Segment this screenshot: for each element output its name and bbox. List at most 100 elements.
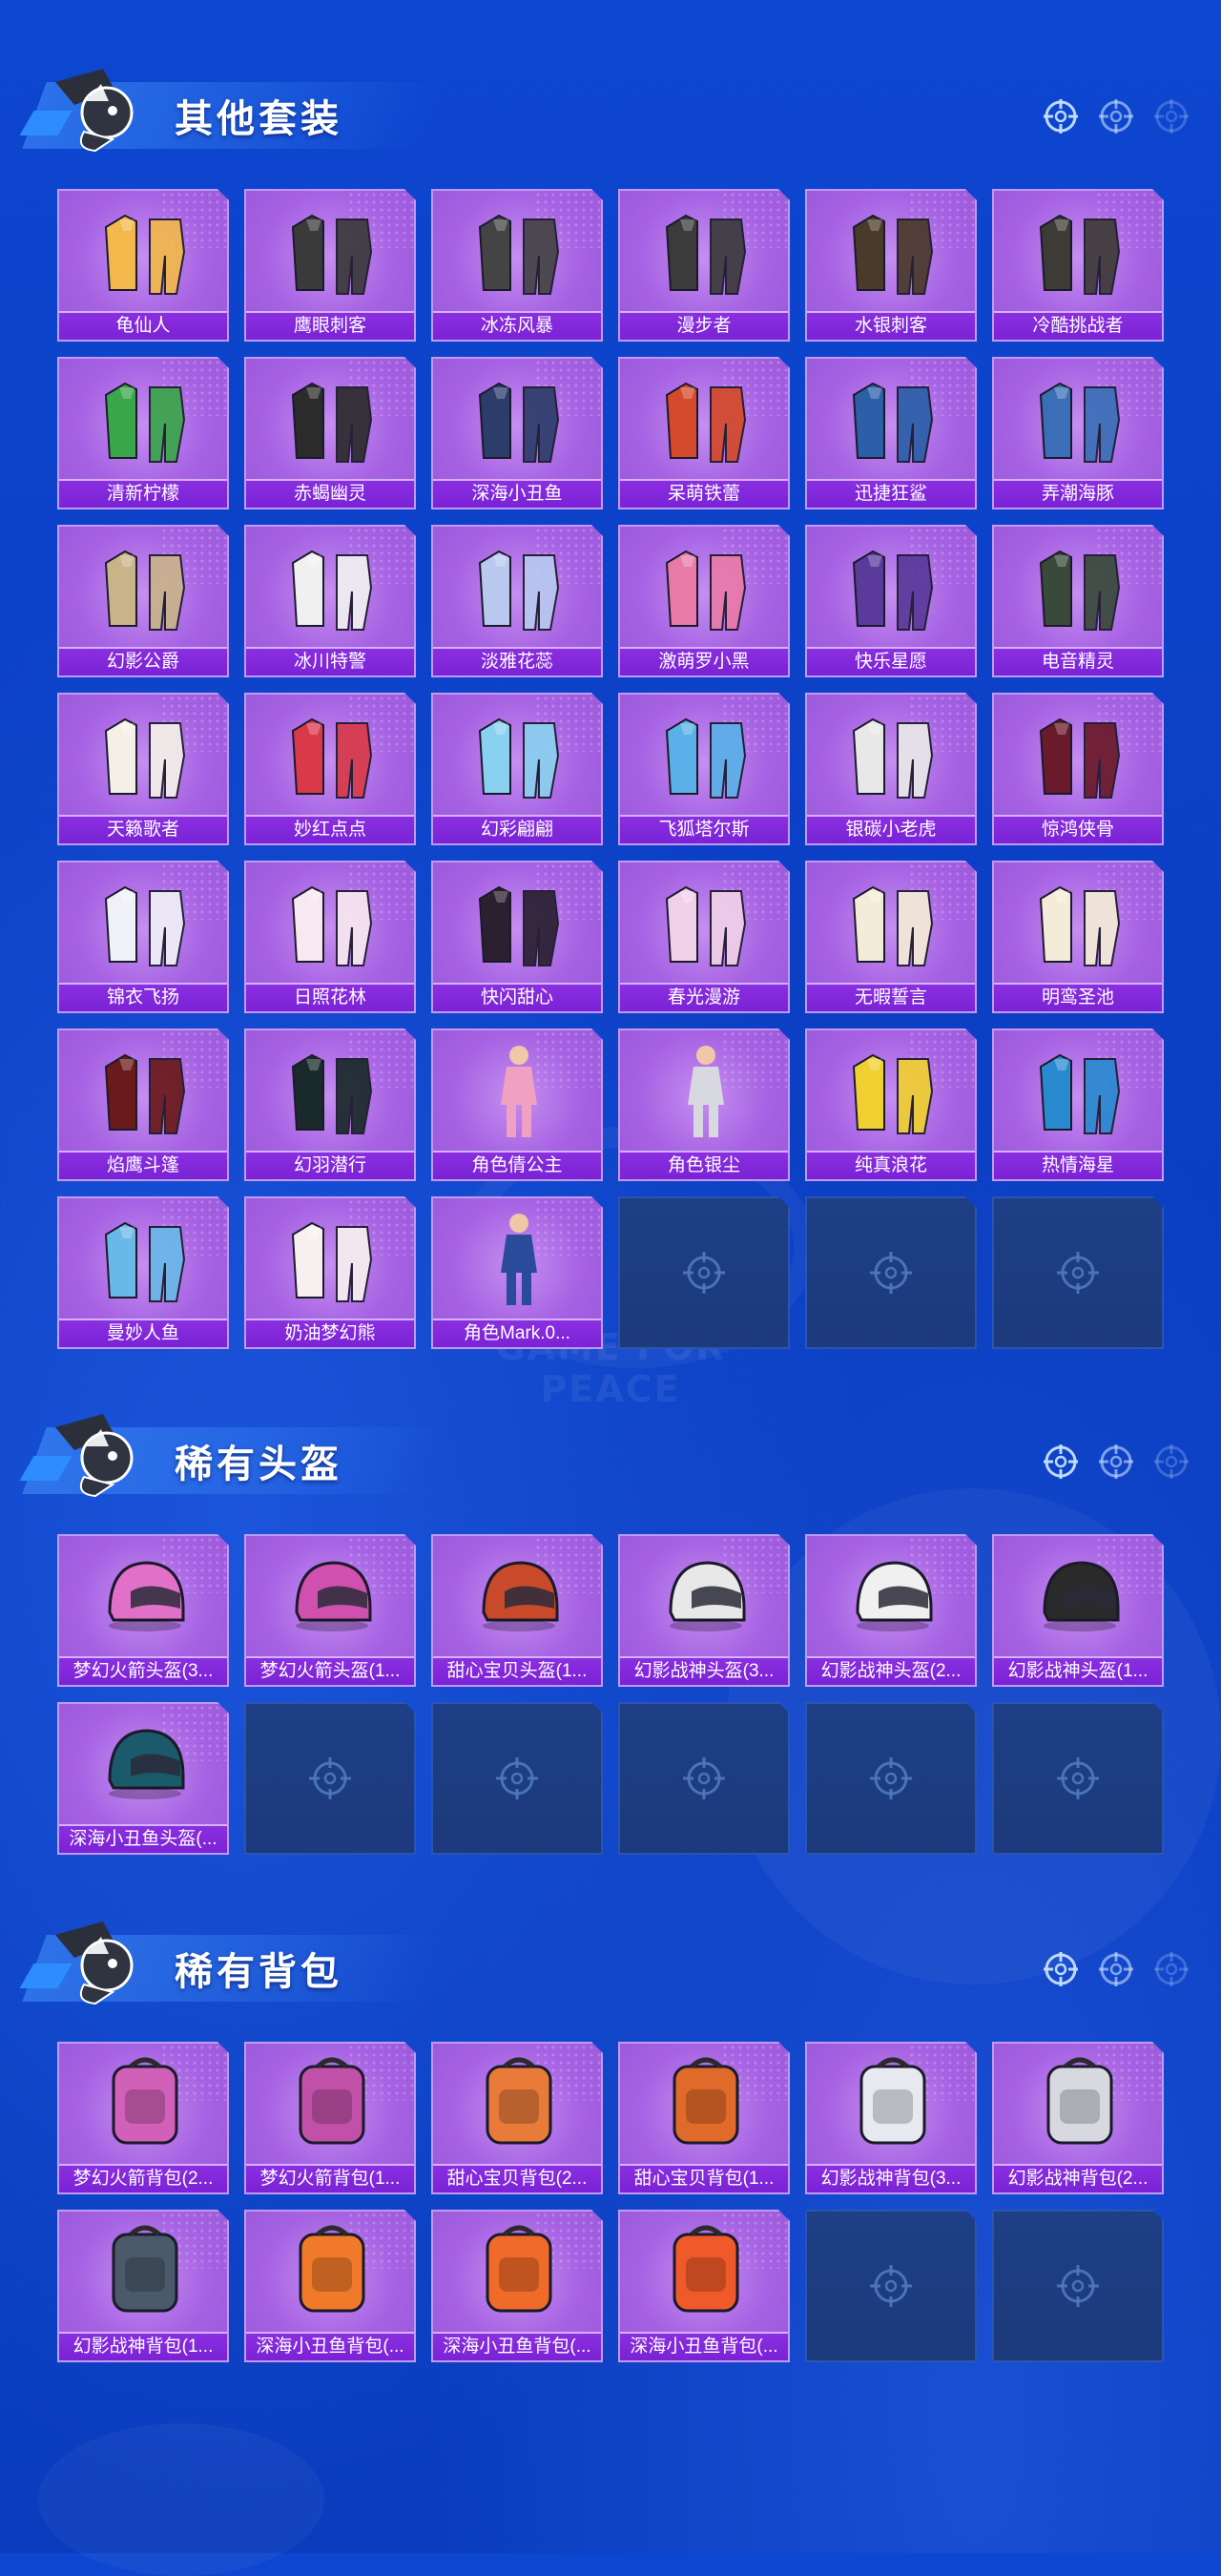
item-tile[interactable]: 梦幻火箭背包(1... bbox=[244, 2042, 416, 2194]
item-tile[interactable]: 电音精灵 bbox=[992, 525, 1164, 677]
item-tile[interactable]: 幻影战神头盔(2... bbox=[805, 1534, 977, 1687]
empty-slot-icon bbox=[868, 1250, 914, 1296]
helmet-icon bbox=[279, 1544, 384, 1649]
item-label: 纯真浪花 bbox=[807, 1151, 975, 1179]
item-tile[interactable]: 弄潮海豚 bbox=[992, 357, 1164, 509]
item-tile[interactable]: 鹰眼刺客 bbox=[244, 189, 416, 342]
outfit-icon bbox=[653, 702, 758, 807]
item-label: 天籁歌者 bbox=[59, 815, 227, 843]
item-tile[interactable]: 明鸾圣池 bbox=[992, 861, 1164, 1013]
item-tile[interactable]: 奶油梦幻熊 bbox=[244, 1196, 416, 1349]
item-tile[interactable]: 快闪甜心 bbox=[431, 861, 603, 1013]
item-label: 飞狐塔尔斯 bbox=[620, 815, 788, 843]
item-label: 呆萌铁蕾 bbox=[620, 479, 788, 508]
item-tile[interactable]: 深海小丑鱼背包(... bbox=[244, 2210, 416, 2362]
item-tile[interactable]: 幻羽潜行 bbox=[244, 1028, 416, 1181]
item-tile[interactable]: 妙红点点 bbox=[244, 693, 416, 845]
empty-slot bbox=[618, 1702, 790, 1855]
item-tile[interactable]: 漫步者 bbox=[618, 189, 790, 342]
backpack-icon bbox=[1027, 2051, 1132, 2156]
item-tile[interactable]: 淡雅花蕊 bbox=[431, 525, 603, 677]
empty-slot-icon bbox=[868, 1755, 914, 1801]
item-tile[interactable]: 锦衣飞扬 bbox=[57, 861, 229, 1013]
item-tile[interactable]: 冰冻风暴 bbox=[431, 189, 603, 342]
item-tile[interactable]: 清新柠檬 bbox=[57, 357, 229, 509]
item-tile[interactable]: 幻影战神头盔(3... bbox=[618, 1534, 790, 1687]
item-tile[interactable]: 春光漫游 bbox=[618, 861, 790, 1013]
target-icon bbox=[1152, 1950, 1190, 1988]
backpack-icon bbox=[466, 2051, 571, 2156]
item-label: 曼妙人鱼 bbox=[59, 1319, 227, 1347]
item-tile[interactable]: 甜心宝贝头盔(1... bbox=[431, 1534, 603, 1687]
item-label: 深海小丑鱼 bbox=[433, 479, 601, 508]
backpack-icon bbox=[279, 2219, 384, 2324]
item-tile[interactable]: 角色倩公主 bbox=[431, 1028, 603, 1181]
item-tile[interactable]: 惊鸿侠骨 bbox=[992, 693, 1164, 845]
item-tile[interactable]: 焰鹰斗篷 bbox=[57, 1028, 229, 1181]
item-tile[interactable]: 冷酷挑战者 bbox=[992, 189, 1164, 342]
item-tile[interactable]: 角色银尘 bbox=[618, 1028, 790, 1181]
item-tile[interactable]: 幻影战神背包(2... bbox=[992, 2042, 1164, 2194]
mascot-icon bbox=[46, 1408, 151, 1504]
item-label: 深海小丑鱼头盔(... bbox=[59, 1824, 227, 1853]
item-tile[interactable]: 梦幻火箭头盔(3... bbox=[57, 1534, 229, 1687]
outfit-icon bbox=[466, 366, 571, 471]
item-label: 冰川特警 bbox=[246, 647, 414, 675]
item-tile[interactable]: 梦幻火箭头盔(1... bbox=[244, 1534, 416, 1687]
empty-slot-icon bbox=[307, 1755, 353, 1801]
item-label: 鹰眼刺客 bbox=[246, 311, 414, 340]
empty-slot-icon bbox=[494, 1755, 540, 1801]
item-tile[interactable]: 赤蝎幽灵 bbox=[244, 357, 416, 509]
item-label: 甜心宝贝背包(2... bbox=[433, 2164, 601, 2192]
item-tile[interactable]: 幻影战神背包(1... bbox=[57, 2210, 229, 2362]
item-label: 深海小丑鱼背包(... bbox=[620, 2332, 788, 2360]
outfit-icon bbox=[466, 870, 571, 975]
item-tile[interactable]: 呆萌铁蕾 bbox=[618, 357, 790, 509]
item-tile[interactable]: 日照花林 bbox=[244, 861, 416, 1013]
item-tile[interactable]: 银碳小老虎 bbox=[805, 693, 977, 845]
item-tile[interactable]: 角色Mark.0... bbox=[431, 1196, 603, 1349]
item-tile[interactable]: 梦幻火箭背包(2... bbox=[57, 2042, 229, 2194]
item-tile[interactable]: 无暇誓言 bbox=[805, 861, 977, 1013]
item-tile[interactable]: 幻影战神背包(3... bbox=[805, 2042, 977, 2194]
item-tile[interactable]: 迅捷狂鲨 bbox=[805, 357, 977, 509]
item-label: 淡雅花蕊 bbox=[433, 647, 601, 675]
item-label: 幻彩翩翩 bbox=[433, 815, 601, 843]
outfit-icon bbox=[93, 870, 197, 975]
item-tile[interactable]: 天籁歌者 bbox=[57, 693, 229, 845]
outfit-icon bbox=[93, 366, 197, 471]
item-tile[interactable]: 快乐星愿 bbox=[805, 525, 977, 677]
item-tile[interactable]: 冰川特警 bbox=[244, 525, 416, 677]
item-tile[interactable]: 深海小丑鱼背包(... bbox=[431, 2210, 603, 2362]
outfit-icon bbox=[1027, 534, 1132, 639]
item-tile[interactable]: 深海小丑鱼 bbox=[431, 357, 603, 509]
outfit-icon bbox=[93, 534, 197, 639]
outfit-icon bbox=[1027, 870, 1132, 975]
item-tile[interactable]: 飞狐塔尔斯 bbox=[618, 693, 790, 845]
section-header: 稀有头盔 bbox=[19, 1401, 1219, 1506]
outfit-icon bbox=[840, 198, 945, 303]
item-label: 冷酷挑战者 bbox=[994, 311, 1162, 340]
item-tile[interactable]: 热情海星 bbox=[992, 1028, 1164, 1181]
item-label: 无暇誓言 bbox=[807, 983, 975, 1011]
outfit-icon bbox=[279, 702, 384, 807]
item-tile[interactable]: 幻彩翩翩 bbox=[431, 693, 603, 845]
item-tile[interactable]: 水银刺客 bbox=[805, 189, 977, 342]
item-tile[interactable]: 幻影战神头盔(1... bbox=[992, 1534, 1164, 1687]
item-tile[interactable]: 甜心宝贝背包(2... bbox=[431, 2042, 603, 2194]
item-tile[interactable]: 幻影公爵 bbox=[57, 525, 229, 677]
item-tile[interactable]: 深海小丑鱼背包(... bbox=[618, 2210, 790, 2362]
outfit-icon bbox=[93, 198, 197, 303]
item-tile[interactable]: 纯真浪花 bbox=[805, 1028, 977, 1181]
item-label: 幻影战神头盔(3... bbox=[620, 1656, 788, 1685]
item-tile[interactable]: 甜心宝贝背包(1... bbox=[618, 2042, 790, 2194]
item-label: 漫步者 bbox=[620, 311, 788, 340]
item-tile[interactable]: 曼妙人鱼 bbox=[57, 1196, 229, 1349]
item-label: 赤蝎幽灵 bbox=[246, 479, 414, 508]
empty-slot bbox=[992, 1196, 1164, 1349]
item-tile[interactable]: 龟仙人 bbox=[57, 189, 229, 342]
item-tile[interactable]: 激萌罗小黑 bbox=[618, 525, 790, 677]
item-tile[interactable]: 深海小丑鱼头盔(... bbox=[57, 1702, 229, 1855]
item-label: 春光漫游 bbox=[620, 983, 788, 1011]
item-label: 锦衣飞扬 bbox=[59, 983, 227, 1011]
